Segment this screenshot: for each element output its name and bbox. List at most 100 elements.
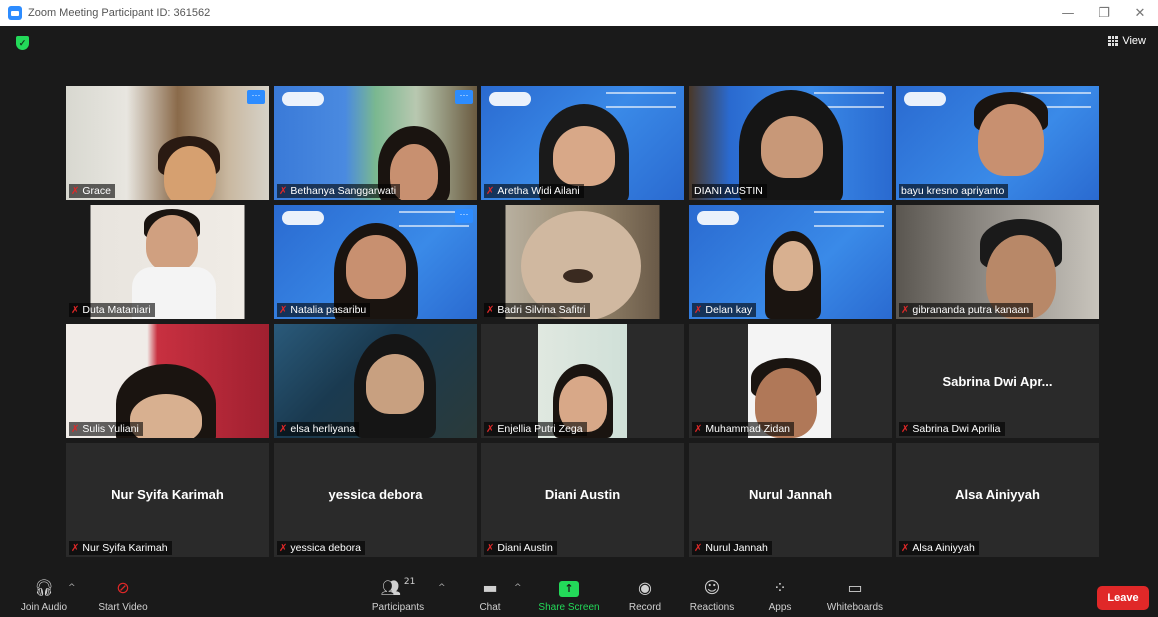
participant-label: ✗ Duta Mataniari	[69, 303, 155, 317]
participants-button[interactable]: 👥︎ 21 Participants	[366, 571, 430, 617]
participant-name: Bethanya Sanggarwati	[290, 185, 397, 197]
whiteboard-icon: ▭	[847, 578, 863, 597]
mic-muted-icon: ✗	[71, 542, 80, 554]
participant-tile[interactable]: ··· ✗ Bethanya Sanggarwati	[274, 86, 477, 200]
participant-name: yessica debora	[290, 542, 362, 554]
participant-name: bayu kresno apriyanto	[901, 185, 1005, 197]
participant-name: gibrananda putra kanaan	[912, 304, 1030, 316]
meeting-area: ✓ View ··· ✗ Grace ··· ✗ Bethanya Sanggarw…	[0, 26, 1158, 571]
participant-name: elsa herliyana	[290, 423, 356, 435]
restore-button[interactable]: ❐	[1086, 0, 1122, 26]
participant-label: ✗ Bethanya Sanggarwati	[277, 184, 401, 198]
participants-label: Participants	[371, 602, 425, 613]
view-button[interactable]: View	[1108, 35, 1146, 47]
participants-count: 21	[403, 577, 416, 587]
participant-name: Delan kay	[705, 304, 753, 316]
participant-tile[interactable]: ✗ Badri Silvina Safitri	[481, 205, 684, 319]
participant-name: Muhammad Zidan	[705, 423, 791, 435]
mic-muted-icon: ✗	[279, 423, 288, 435]
minimize-button[interactable]: —	[1050, 0, 1086, 26]
banner-text	[606, 92, 676, 108]
start-video-label: Start Video	[98, 602, 148, 613]
mic-muted-icon: ✗	[901, 542, 910, 554]
participant-tile[interactable]: ✗ Duta Mataniari	[66, 205, 269, 319]
chat-button[interactable]: ▬ Chat	[474, 571, 506, 617]
zoom-app-icon	[8, 6, 22, 20]
join-audio-label: Join Audio	[20, 602, 68, 613]
participant-name: Sabrina Dwi Aprilia	[912, 423, 1001, 435]
record-button[interactable]: ◉ Record	[624, 571, 666, 617]
audio-options-caret[interactable]: ^	[68, 583, 76, 593]
eye	[563, 269, 593, 283]
mic-muted-icon: ✗	[279, 185, 288, 197]
mic-muted-icon: ✗	[71, 185, 80, 197]
whiteboards-button[interactable]: ▭ Whiteboards	[822, 571, 888, 617]
participant-tile[interactable]: ✗ Aretha Widi Ailani	[481, 86, 684, 200]
join-audio-button[interactable]: 🎧︎ Join Audio	[18, 571, 70, 617]
participant-label: ✗ Badri Silvina Safitri	[484, 303, 590, 317]
more-options-button[interactable]: ···	[455, 209, 473, 223]
participant-tile[interactable]: ✗ Delan kay	[689, 205, 892, 319]
participant-name: Nurul Jannah	[705, 542, 768, 554]
participant-label: ✗ Grace	[69, 184, 115, 198]
close-button[interactable]: ✕	[1122, 0, 1158, 26]
participant-name: Diani Austin	[497, 542, 553, 554]
participant-tile[interactable]: Alsa Ainiyyah ✗ Alsa Ainiyyah	[896, 443, 1099, 557]
participants-icon: 👥︎ 21	[380, 577, 416, 597]
participant-tile[interactable]: ✗ gibrananda putra kanaan	[896, 205, 1099, 319]
meeting-toolbar: 🎧︎ Join Audio ^ ⊘ Start Video 👥︎ 21 Parti…	[0, 571, 1158, 617]
participant-tile[interactable]: ··· ✗ Grace	[66, 86, 269, 200]
participant-label: ✗ elsa herliyana	[277, 422, 360, 436]
participant-tile[interactable]: Sabrina Dwi Apr... ✗ Sabrina Dwi Aprilia	[896, 324, 1099, 438]
window-title: Zoom Meeting Participant ID: 361562	[28, 7, 211, 19]
title-bar: Zoom Meeting Participant ID: 361562 — ❐ …	[0, 0, 1158, 26]
mic-muted-icon: ✗	[901, 423, 910, 435]
participant-tile-active-speaker[interactable]: bayu kresno apriyanto	[896, 86, 1099, 200]
mic-muted-icon: ✗	[694, 304, 703, 316]
participant-label: ✗ Sulis Yuliani	[69, 422, 143, 436]
share-screen-button[interactable]: ↑ Share Screen	[536, 571, 602, 617]
chat-label: Chat	[479, 602, 501, 613]
participant-name: Nur Syifa Karimah	[82, 542, 168, 554]
record-icon: ◉	[638, 578, 652, 597]
mic-muted-icon: ✗	[486, 542, 495, 554]
banner-text	[814, 211, 884, 227]
participant-tile[interactable]: Nur Syifa Karimah ✗ Nur Syifa Karimah	[66, 443, 269, 557]
apps-label: Apps	[768, 602, 792, 613]
mic-muted-icon: ✗	[486, 185, 495, 197]
participant-tile[interactable]: ✗ Muhammad Zidan	[689, 324, 892, 438]
apps-button[interactable]: ⁘ Apps	[764, 571, 796, 617]
participant-label: ✗ Nurul Jannah	[692, 541, 772, 555]
leave-button[interactable]: Leave	[1097, 586, 1149, 610]
shield-icon[interactable]: ✓	[16, 36, 29, 50]
start-video-button[interactable]: ⊘ Start Video	[92, 571, 154, 617]
participant-label: bayu kresno apriyanto	[899, 184, 1009, 198]
participant-name: Natalia pasaribu	[290, 304, 367, 316]
chat-options-caret[interactable]: ^	[514, 583, 522, 593]
participant-label: ✗ Diani Austin	[484, 541, 557, 555]
participant-name: Enjellia Putri Zega	[497, 423, 583, 435]
participant-label: ✗ gibrananda putra kanaan	[899, 303, 1034, 317]
participant-tile[interactable]: ✗ Enjellia Putri Zega	[481, 324, 684, 438]
participant-tile[interactable]: yessica debora ✗ yessica debora	[274, 443, 477, 557]
participants-options-caret[interactable]: ^	[438, 583, 446, 593]
mic-muted-icon: ✗	[486, 423, 495, 435]
mic-muted-icon: ✗	[71, 423, 80, 435]
participant-name: Sulis Yuliani	[82, 423, 139, 435]
participant-tile[interactable]: ✗ Sulis Yuliani	[66, 324, 269, 438]
participant-label: ✗ Alsa Ainiyyah	[899, 541, 979, 555]
participant-name: Duta Mataniari	[82, 304, 151, 316]
participant-tile[interactable]: Nurul Jannah ✗ Nurul Jannah	[689, 443, 892, 557]
participant-label: ✗ yessica debora	[277, 541, 366, 555]
participant-tile[interactable]: ✗ elsa herliyana	[274, 324, 477, 438]
participant-tile[interactable]: ··· ✗ Natalia pasaribu	[274, 205, 477, 319]
participant-display-name: Sabrina Dwi Apr...	[942, 374, 1053, 389]
participant-tile[interactable]: Diani Austin ✗ Diani Austin	[481, 443, 684, 557]
participant-label: ✗ Aretha Widi Ailani	[484, 184, 584, 198]
participant-name: Grace	[82, 185, 111, 197]
reactions-button[interactable]: ☺ Reactions	[688, 571, 736, 617]
more-options-button[interactable]: ···	[247, 90, 265, 104]
more-options-button[interactable]: ···	[455, 90, 473, 104]
participant-tile[interactable]: DIANI AUSTIN	[689, 86, 892, 200]
participant-display-name: Alsa Ainiyyah	[955, 487, 1040, 502]
